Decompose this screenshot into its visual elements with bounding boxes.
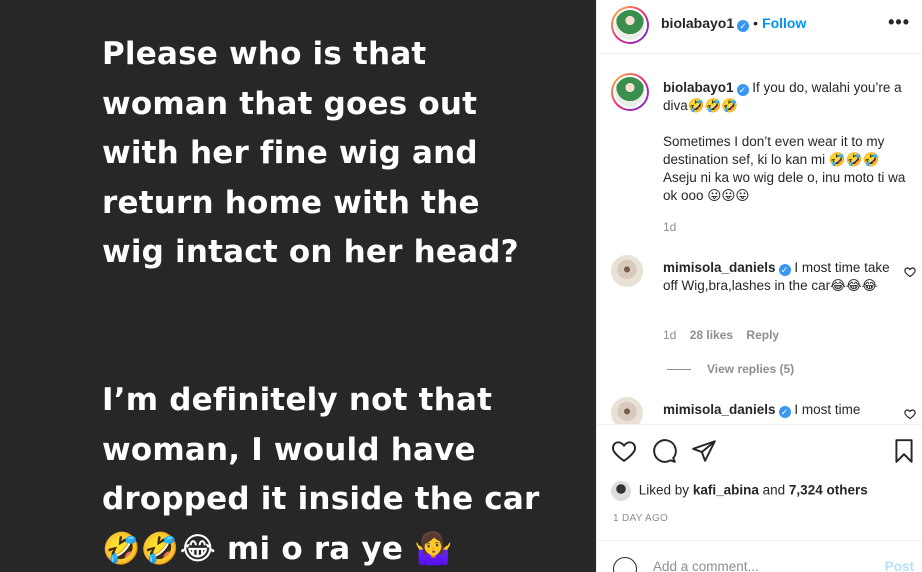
bookmark-icon[interactable] bbox=[891, 438, 919, 466]
emoji-icon[interactable] bbox=[613, 557, 637, 572]
comment-time: 1d bbox=[663, 328, 677, 342]
reply-button[interactable]: Reply bbox=[746, 328, 779, 342]
comment-icon[interactable] bbox=[651, 438, 679, 466]
commenter-avatar[interactable] bbox=[611, 255, 643, 287]
share-icon[interactable] bbox=[691, 438, 719, 466]
caption-text: biolabayo1 ✓ If you do, walahi you’re a d… bbox=[663, 79, 908, 115]
post-text-question: Please who is that woman that goes out w… bbox=[102, 36, 519, 270]
more-options-icon[interactable]: ••• bbox=[888, 12, 910, 33]
post-text-answer: I’m definitely not that woman, I would h… bbox=[102, 382, 540, 567]
comment-meta: 1d 28 likes Reply bbox=[663, 328, 789, 342]
view-replies-line bbox=[667, 369, 691, 371]
comment-body: I most time bbox=[794, 402, 861, 417]
like-comment-heart-icon[interactable] bbox=[904, 408, 916, 420]
verified-badge-icon: ✓ bbox=[737, 20, 750, 32]
post-date: 1 DAY AGO bbox=[613, 513, 669, 524]
comments-list[interactable]: biolabayo1 ✓ If you do, walahi you’re a d… bbox=[597, 55, 922, 425]
comment-likes[interactable]: 28 likes bbox=[690, 328, 733, 342]
likes-count[interactable]: 7,324 others bbox=[789, 483, 868, 498]
post-side-panel: biolabayo1 ✓ • Follow ••• biolabayo1 ✓ If yo… bbox=[596, 0, 922, 572]
post-comment-button[interactable]: Post bbox=[885, 559, 914, 572]
separator-dot: • bbox=[753, 15, 759, 31]
follow-button[interactable]: Follow bbox=[762, 15, 806, 31]
verified-badge-icon: ✓ bbox=[778, 406, 791, 418]
post-header: biolabayo1 ✓ • Follow ••• bbox=[597, 0, 922, 54]
add-comment-bar: Post bbox=[597, 540, 922, 572]
comment-input[interactable] bbox=[653, 559, 873, 572]
caption-username[interactable]: biolabayo1 bbox=[663, 80, 734, 95]
caption-avatar[interactable] bbox=[611, 73, 649, 111]
post-image: Please who is that woman that goes out w… bbox=[0, 0, 596, 572]
heart-icon[interactable] bbox=[611, 438, 639, 466]
like-comment-heart-icon[interactable] bbox=[904, 266, 916, 278]
verified-badge-icon: ✓ bbox=[736, 84, 749, 96]
header-user-row: biolabayo1 ✓ • Follow bbox=[661, 15, 806, 33]
comment-text: mimisola_daniels ✓ I most time bbox=[663, 401, 908, 419]
likes-prefix: Liked by bbox=[638, 482, 690, 498]
comment-text: mimisola_daniels ✓ I most time take off W… bbox=[663, 259, 908, 295]
liker-avatar[interactable] bbox=[611, 481, 631, 501]
caption-time: 1d bbox=[663, 220, 677, 234]
post-actions-bar bbox=[597, 426, 922, 478]
likes-middle: and bbox=[762, 482, 786, 498]
view-replies-label: View replies (5) bbox=[707, 362, 795, 376]
view-replies-button[interactable]: View replies (5) bbox=[667, 362, 794, 376]
header-username[interactable]: biolabayo1 bbox=[661, 15, 734, 31]
caption-line-2: Sometimes I don’t even wear it to my des… bbox=[663, 134, 906, 203]
liker-username[interactable]: kafi_abina bbox=[693, 483, 759, 498]
commenter-avatar[interactable] bbox=[611, 397, 643, 424]
author-avatar[interactable] bbox=[611, 6, 649, 44]
comment-username[interactable]: mimisola_daniels bbox=[663, 260, 776, 275]
comment-username[interactable]: mimisola_daniels bbox=[663, 402, 776, 417]
likes-summary: Liked by kafi_abina and 7,324 others bbox=[611, 481, 868, 501]
verified-badge-icon: ✓ bbox=[778, 264, 791, 276]
